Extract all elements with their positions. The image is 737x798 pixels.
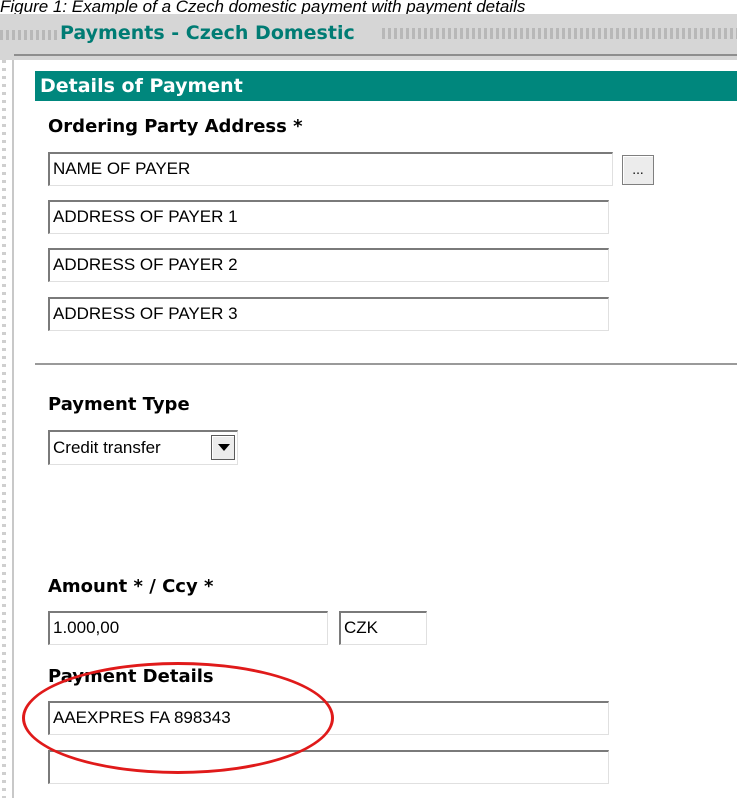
- gutter-dots: [2, 60, 6, 798]
- payment-details-label: Payment Details: [48, 666, 214, 687]
- title-bar-dots-right: [382, 28, 737, 39]
- payment-details-line-1[interactable]: AAEXPRES FA 898343: [48, 701, 609, 735]
- title-bar-rule: [14, 54, 737, 56]
- title-bar-dots-left: [0, 30, 58, 40]
- payment-type-select[interactable]: Credit transfer: [48, 430, 238, 465]
- payment-type-label: Payment Type: [48, 394, 190, 415]
- amount-label: Amount * / Ccy *: [48, 576, 214, 597]
- ordering-party-label: Ordering Party Address *: [48, 116, 303, 137]
- left-gutter: [0, 60, 32, 798]
- payer-name-field[interactable]: NAME OF PAYER: [48, 152, 613, 186]
- lookup-button[interactable]: ...: [622, 155, 654, 185]
- payment-details-line-2[interactable]: [48, 750, 609, 784]
- section-divider: [35, 363, 737, 365]
- section-header: Details of Payment: [35, 71, 737, 101]
- payment-type-value: Credit transfer: [53, 438, 161, 457]
- amount-field[interactable]: 1.000,00: [48, 611, 328, 645]
- payer-address-2-field[interactable]: ADDRESS OF PAYER 2: [48, 248, 609, 282]
- gutter-line: [12, 60, 14, 798]
- title-bar: Payments - Czech Domestic: [0, 14, 737, 60]
- payer-address-1-field[interactable]: ADDRESS OF PAYER 1: [48, 200, 609, 234]
- currency-field[interactable]: CZK: [339, 611, 427, 645]
- chevron-down-icon[interactable]: [211, 435, 235, 460]
- page-title: Payments - Czech Domestic: [60, 22, 361, 44]
- payer-address-3-field[interactable]: ADDRESS OF PAYER 3: [48, 297, 609, 331]
